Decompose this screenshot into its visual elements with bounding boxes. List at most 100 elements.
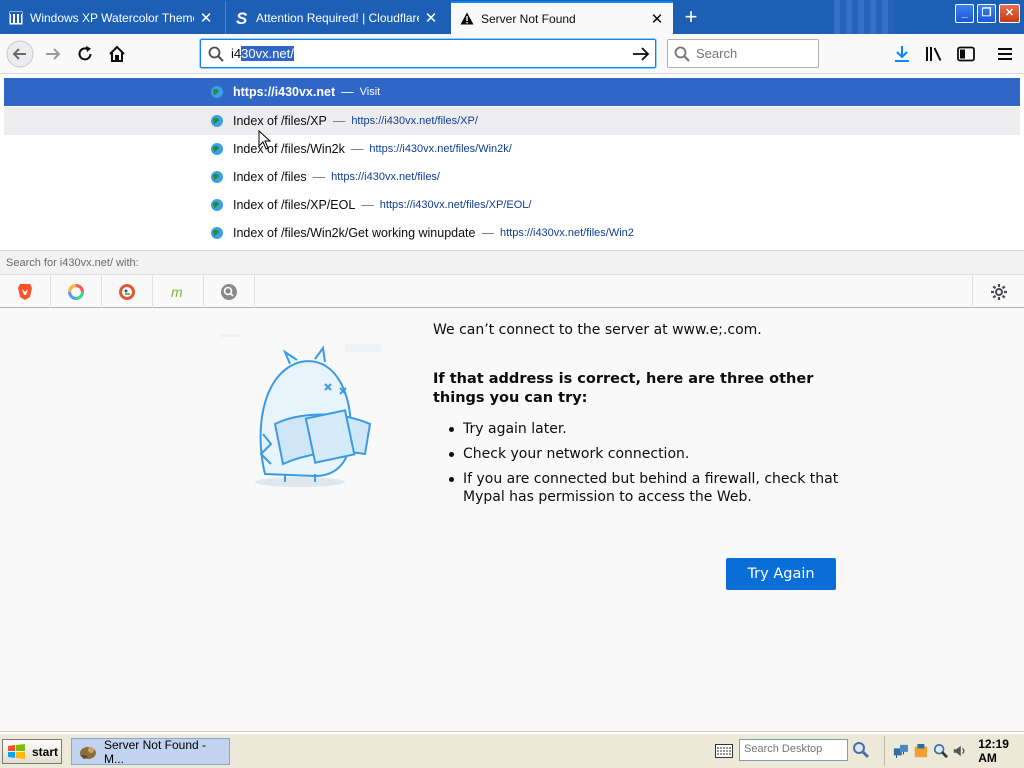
error-title: If that address is correct, here are thr…	[433, 371, 814, 406]
back-arrow-icon	[6, 40, 34, 68]
tab-strip: Windows XP Watercolor Theme : F ✕ S Atte…	[0, 0, 1024, 34]
new-tab-button[interactable]: +	[680, 3, 702, 31]
sidebar-button[interactable]	[954, 42, 978, 66]
s-logo-icon: S	[234, 10, 250, 26]
url-bar[interactable]: i430vx.net/	[200, 39, 656, 68]
autocomplete-separator: —	[332, 114, 346, 128]
taskbar-item-label: Server Not Found - M...	[103, 737, 206, 766]
mojeek-search-button[interactable]: m	[153, 275, 204, 308]
download-icon	[895, 46, 909, 62]
autocomplete-title: Index of /files/XP	[233, 114, 327, 128]
downloads-button[interactable]	[890, 42, 914, 66]
library-button[interactable]	[922, 42, 946, 66]
warning-icon	[459, 11, 475, 27]
autocomplete-row[interactable]: Index of /files/XP — https://i430vx.net/…	[4, 107, 1020, 135]
search-for-label: Search for i430vx.net/ with:	[0, 250, 1024, 274]
close-tab-icon[interactable]: ✕	[423, 9, 439, 27]
globe-icon	[211, 86, 223, 98]
autocomplete-url: https://i430vx.net/files/Win2	[499, 227, 634, 239]
search-bar[interactable]: Search	[667, 39, 819, 68]
error-tip: Try again later.	[447, 420, 847, 438]
autocomplete-row[interactable]: Index of /files — https://i430vx.net/fil…	[4, 163, 1020, 191]
other-search-button[interactable]	[204, 275, 255, 308]
autocomplete-separator: —	[481, 226, 494, 240]
taskbar: start Server Not Found - M... Search Des…	[0, 732, 1024, 768]
tab-cloudflare[interactable]: S Attention Required! | Cloudflare ✕	[225, 1, 447, 34]
error-description: We can’t connect to the server at www.e;…	[433, 322, 762, 338]
search-settings-button[interactable]	[972, 275, 1024, 308]
archive-icon	[8, 10, 24, 26]
menu-button[interactable]	[993, 42, 1017, 66]
tab-title: Windows XP Watercolor Theme : F	[30, 10, 194, 25]
autocomplete-url: https://i430vx.net/files/Win2k/	[369, 143, 512, 155]
start-button[interactable]: start	[2, 739, 62, 764]
error-tip: If you are connected but behind a firewa…	[447, 470, 847, 506]
autocomplete-row[interactable]: https://i430vx.net — Visit	[4, 78, 1020, 106]
volume-icon[interactable]	[952, 742, 968, 760]
globe-icon	[211, 171, 223, 183]
autocomplete-row[interactable]: Index of /files/XP/EOL — https://i430vx.…	[4, 191, 1020, 219]
error-illustration	[220, 334, 381, 487]
reload-button[interactable]	[71, 40, 99, 68]
minimize-button[interactable]: _	[955, 4, 974, 23]
duckduckgo-icon	[119, 283, 135, 300]
autocomplete-separator: —	[361, 198, 374, 212]
desktop-search-input[interactable]: Search Desktop	[739, 739, 848, 761]
taskbar-item-browser[interactable]: Server Not Found - M...	[71, 737, 230, 766]
network-icon[interactable]	[893, 742, 909, 760]
autocomplete-url: https://i430vx.net/files/	[331, 171, 440, 183]
home-button[interactable]	[103, 40, 131, 68]
autocomplete-url: https://i430vx.net/files/XP/EOL/	[379, 199, 532, 211]
forward-button[interactable]	[39, 40, 67, 68]
titlebar-pattern	[834, 0, 894, 34]
try-again-button[interactable]: Try Again	[726, 558, 836, 590]
brave-search-button[interactable]	[0, 275, 51, 308]
autocomplete-url: https://i430vx.net/files/XP/	[351, 115, 478, 127]
url-selected-text: 30vx.net/	[241, 46, 294, 61]
restore-button[interactable]: ❐	[977, 4, 996, 23]
update-icon[interactable]	[913, 742, 929, 760]
system-tray: 12:19 AM	[884, 736, 1024, 766]
tab-windows-xp-watercolor[interactable]: Windows XP Watercolor Theme : F ✕	[0, 1, 222, 34]
search-tray-icon[interactable]	[933, 742, 949, 760]
search-engine-bar: m	[0, 274, 1024, 308]
navigation-toolbar: i430vx.net/ Search	[0, 34, 1024, 74]
search-icon	[668, 46, 696, 62]
search-placeholder: Search	[696, 46, 738, 61]
search-engine-icon	[221, 283, 237, 300]
window-controls: _ ❐ ✕	[955, 4, 1020, 23]
url-text[interactable]: i430vx.net/	[231, 46, 627, 61]
duckduckgo-search-button[interactable]	[102, 275, 153, 308]
autocomplete-separator: —	[341, 85, 354, 99]
close-window-button[interactable]: ✕	[999, 4, 1020, 23]
sidebar-icon	[957, 46, 975, 62]
svg-text:m: m	[171, 284, 183, 300]
url-typed-text: i4	[231, 46, 242, 61]
autocomplete-row[interactable]: Index of /files/Win2k/Get working winupd…	[4, 219, 654, 247]
magnifier-icon[interactable]	[850, 740, 872, 760]
back-button[interactable]	[6, 40, 34, 68]
autocomplete-title: Index of /files/Win2k/Get working winupd…	[233, 226, 476, 240]
tab-title: Server Not Found	[481, 11, 576, 26]
globe-icon	[211, 115, 223, 127]
home-icon	[109, 45, 125, 62]
forward-arrow-icon	[46, 48, 61, 60]
library-icon	[926, 47, 942, 61]
close-tab-icon[interactable]: ✕	[198, 9, 214, 27]
tab-server-not-found[interactable]: Server Not Found ✕	[451, 1, 673, 34]
close-tab-icon[interactable]: ✕	[649, 10, 665, 28]
tab-title: Attention Required! | Cloudflare	[256, 10, 419, 25]
keyboard-icon[interactable]	[715, 744, 733, 758]
mojeek-icon: m	[171, 284, 183, 300]
autocomplete-separator: —	[350, 142, 364, 156]
autocomplete-title: https://i430vx.net	[233, 85, 336, 99]
gear-icon	[990, 283, 1007, 300]
autocomplete-title: Index of /files/XP/EOL	[233, 198, 356, 212]
qwant-search-button[interactable]	[51, 275, 102, 308]
brave-icon	[18, 283, 32, 300]
globe-icon	[211, 227, 223, 239]
autocomplete-separator: —	[312, 170, 326, 184]
autocomplete-row[interactable]: Index of /files/Win2k — https://i430vx.n…	[4, 135, 1020, 163]
go-arrow-icon[interactable]	[627, 46, 655, 62]
autocomplete-title: Index of /files	[233, 170, 307, 184]
